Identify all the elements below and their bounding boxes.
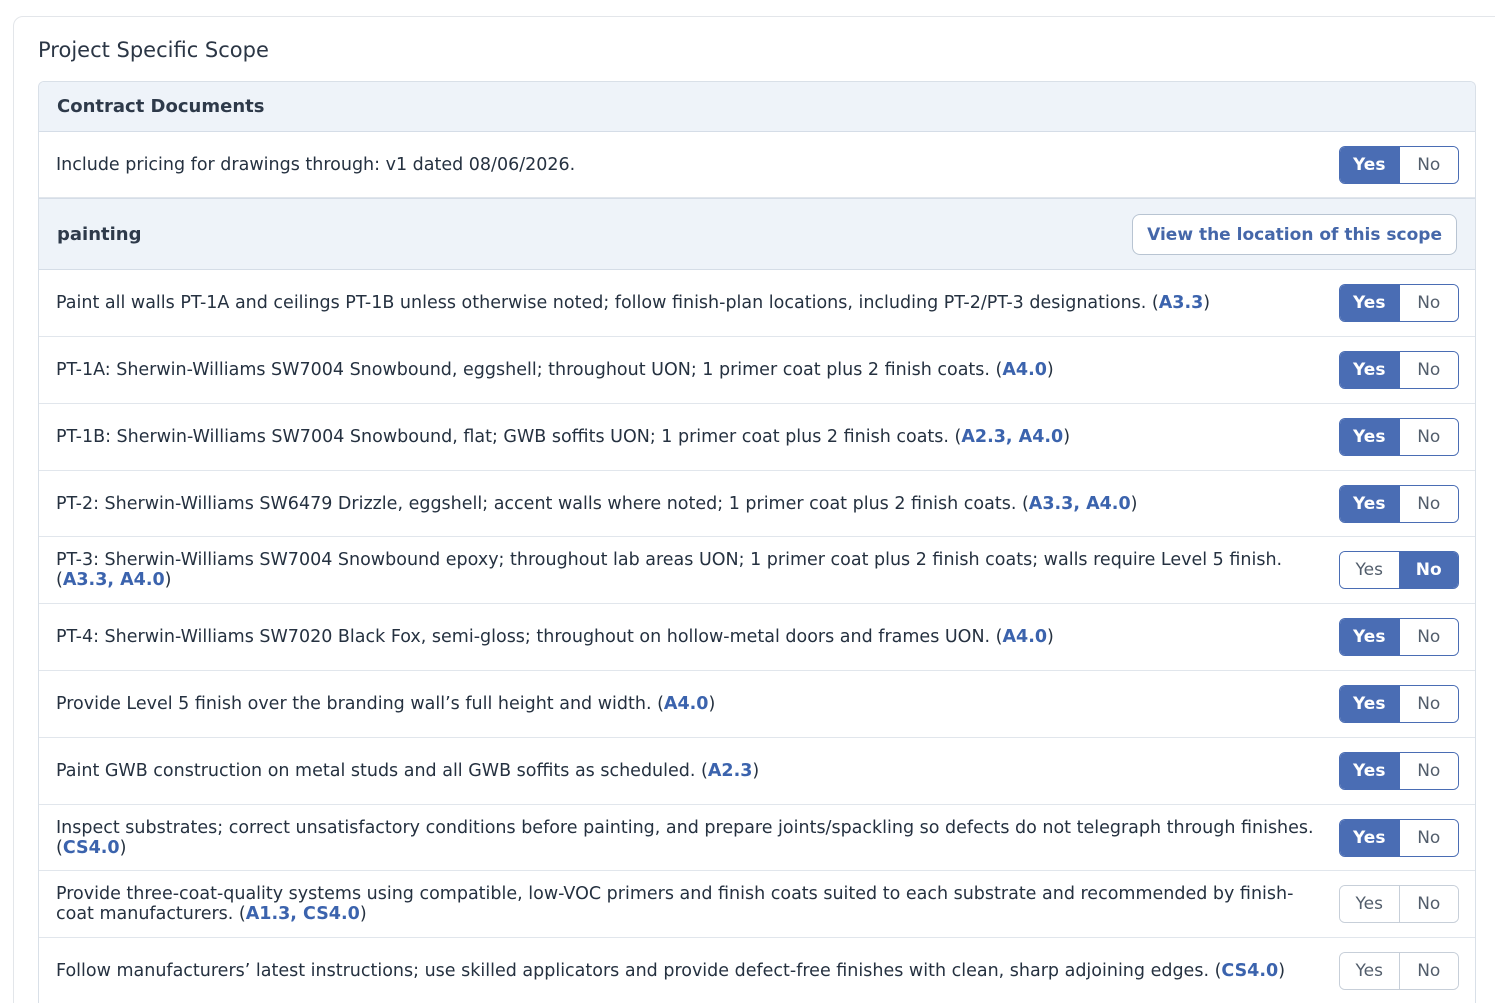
section-title: painting	[57, 223, 142, 245]
scope-row-description: PT-4: Sherwin-Williams SW7020 Black Fox,…	[56, 627, 991, 647]
yes-no-toggle: Yes No	[1339, 752, 1459, 790]
no-button[interactable]: No	[1398, 619, 1458, 655]
yes-no-toggle: Yes No	[1339, 284, 1459, 322]
no-button[interactable]: No	[1398, 285, 1458, 321]
sheet-ref-link[interactable]: A2.3	[961, 427, 1006, 447]
scope-row-description: PT-1A: Sherwin-Williams SW7004 Snowbound…	[56, 360, 990, 380]
scope-table: Contract Documents Include pricing for dr…	[38, 81, 1476, 1003]
no-button[interactable]: No	[1398, 552, 1458, 588]
sheet-ref-link[interactable]: A4.0	[664, 694, 709, 714]
no-button[interactable]: No	[1398, 419, 1458, 455]
yes-button[interactable]: Yes	[1340, 419, 1399, 455]
scope-row-description: Include pricing for drawings through: v1…	[56, 154, 576, 175]
scope-row-text: Inspect substrates; correct unsatisfacto…	[56, 817, 1314, 858]
yes-no-toggle: Yes No	[1339, 685, 1459, 723]
scope-row: PT-4: Sherwin-Williams SW7020 Black Fox,…	[39, 604, 1475, 671]
yes-no-toggle: Yes No	[1339, 818, 1459, 857]
scope-row-text: Follow manufacturers’ latest instruction…	[56, 960, 1286, 981]
scope-row-text: PT-2: Sherwin-Williams SW6479 Drizzle, e…	[56, 493, 1138, 514]
sheet-ref-link[interactable]: A4.0	[1003, 627, 1048, 647]
scope-row-text: PT-1A: Sherwin-Williams SW7004 Snowbound…	[56, 360, 1054, 380]
no-button[interactable]: No	[1398, 952, 1458, 989]
scope-row-text: Paint GWB construction on metal studs an…	[56, 761, 760, 781]
scope-row-text: Provide three-coat-quality systems using…	[56, 884, 1294, 924]
yes-button[interactable]: Yes	[1340, 886, 1399, 922]
scope-row-description: PT-1B: Sherwin-Williams SW7004 Snowbound…	[56, 427, 949, 447]
scope-row-text: Provide Level 5 finish over the branding…	[56, 694, 716, 714]
yes-button[interactable]: Yes	[1340, 619, 1399, 655]
no-button[interactable]: No	[1398, 686, 1458, 722]
yes-no-toggle: Yes No	[1339, 351, 1459, 389]
scope-row: Include pricing for drawings through: v1…	[39, 132, 1475, 198]
scope-row: Paint all walls PT-1A and ceilings PT-1B…	[39, 270, 1475, 337]
yes-no-toggle: Yes No	[1339, 951, 1459, 990]
sheet-ref-link[interactable]: A3.3	[1029, 494, 1074, 514]
view-location-button[interactable]: View the location of this scope	[1132, 214, 1457, 255]
scope-row: Follow manufacturers’ latest instruction…	[39, 938, 1475, 1003]
scope-row: PT-1B: Sherwin-Williams SW7004 Snowbound…	[39, 404, 1475, 471]
section-header-contract-documents: Contract Documents	[39, 82, 1475, 132]
scope-row: Provide Level 5 finish over the branding…	[39, 671, 1475, 738]
scope-row-text: Paint all walls PT-1A and ceilings PT-1B…	[56, 293, 1211, 313]
scope-row-description: Paint all walls PT-1A and ceilings PT-1B…	[56, 293, 1147, 313]
scope-row-text: Include pricing for drawings through: v1…	[56, 155, 599, 175]
scope-row: PT-3: Sherwin-Williams SW7004 Snowbound …	[39, 537, 1475, 604]
sheet-ref-link[interactable]: A4.0	[1086, 494, 1131, 514]
yes-button[interactable]: Yes	[1340, 552, 1399, 588]
yes-button[interactable]: Yes	[1340, 146, 1399, 183]
yes-no-toggle: Yes No	[1339, 145, 1459, 184]
sheet-ref-link[interactable]: CS4.0	[1221, 961, 1278, 981]
yes-button[interactable]: Yes	[1340, 753, 1399, 789]
scope-row-description: Provide Level 5 finish over the branding…	[56, 694, 652, 714]
ref-separator: ,	[107, 570, 121, 590]
no-button[interactable]: No	[1398, 485, 1458, 522]
section-title: Contract Documents	[57, 96, 265, 117]
no-button[interactable]: No	[1398, 819, 1458, 856]
sheet-ref-link[interactable]: A3.3	[1159, 293, 1204, 313]
scope-row-text: PT-4: Sherwin-Williams SW7020 Black Fox,…	[56, 627, 1054, 647]
sheet-ref-link[interactable]: CS4.0	[303, 904, 360, 924]
sheet-ref-link[interactable]: A4.0	[1019, 427, 1064, 447]
ref-separator: ,	[290, 904, 304, 924]
yes-no-toggle: Yes No	[1339, 418, 1459, 456]
page-title: Project Specific Scope	[38, 38, 269, 62]
sheet-ref-link[interactable]: A4.0	[120, 570, 165, 590]
yes-button[interactable]: Yes	[1340, 686, 1399, 722]
yes-button[interactable]: Yes	[1340, 952, 1399, 989]
sheet-ref-link[interactable]: CS4.0	[63, 838, 120, 858]
scope-row: Paint GWB construction on metal studs an…	[39, 738, 1475, 805]
no-button[interactable]: No	[1398, 886, 1458, 922]
yes-no-toggle: Yes No	[1339, 484, 1459, 523]
no-button[interactable]: No	[1398, 146, 1458, 183]
scope-row: PT-2: Sherwin-Williams SW6479 Drizzle, e…	[39, 471, 1475, 537]
sheet-ref-link[interactable]: A4.0	[1002, 360, 1047, 380]
yes-no-toggle: Yes No	[1339, 618, 1459, 656]
yes-button[interactable]: Yes	[1340, 485, 1399, 522]
scope-row-text: PT-1B: Sherwin-Williams SW7004 Snowbound…	[56, 427, 1071, 447]
scope-row-description: PT-3: Sherwin-Williams SW7004 Snowbound …	[56, 550, 1283, 570]
scope-row: Provide three-coat-quality systems using…	[39, 871, 1475, 938]
yes-button[interactable]: Yes	[1340, 819, 1399, 856]
yes-button[interactable]: Yes	[1340, 352, 1399, 388]
sheet-ref-link[interactable]: A3.3	[63, 570, 108, 590]
scope-row: PT-1A: Sherwin-Williams SW7004 Snowbound…	[39, 337, 1475, 404]
sheet-ref-link[interactable]: A1.3	[246, 904, 291, 924]
scope-row-description: PT-2: Sherwin-Williams SW6479 Drizzle, e…	[56, 493, 1017, 514]
yes-no-toggle: Yes No	[1339, 885, 1459, 923]
scope-row-description: Inspect substrates; correct unsatisfacto…	[56, 817, 1314, 838]
yes-no-toggle: Yes No	[1339, 551, 1459, 589]
no-button[interactable]: No	[1398, 753, 1458, 789]
scope-row-description: Paint GWB construction on metal studs an…	[56, 761, 696, 781]
scope-row-description: Provide three-coat-quality systems using…	[56, 884, 1294, 924]
scope-row: Inspect substrates; correct unsatisfacto…	[39, 805, 1475, 871]
scope-row-text: PT-3: Sherwin-Williams SW7004 Snowbound …	[56, 550, 1283, 590]
ref-separator: ,	[1005, 427, 1019, 447]
yes-button[interactable]: Yes	[1340, 285, 1399, 321]
section-header-painting: painting View the location of this scope	[39, 198, 1475, 270]
ref-separator: ,	[1073, 493, 1087, 514]
sheet-ref-link[interactable]: A2.3	[708, 761, 753, 781]
scope-row-description: Follow manufacturers’ latest instruction…	[56, 960, 1210, 981]
no-button[interactable]: No	[1398, 352, 1458, 388]
